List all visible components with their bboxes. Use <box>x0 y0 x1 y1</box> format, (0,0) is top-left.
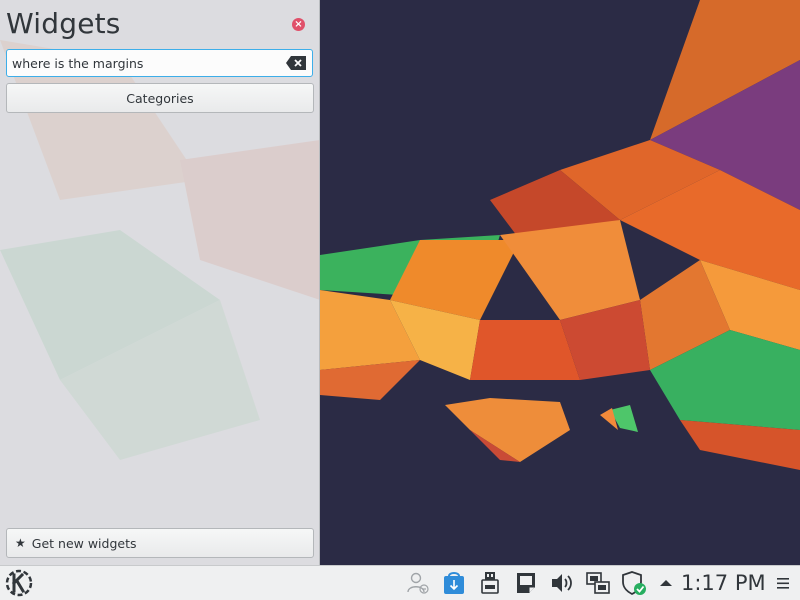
user-switch-icon[interactable] <box>405 570 431 596</box>
taskbar: 1:17 PM <box>0 565 800 600</box>
software-updates-icon[interactable] <box>441 570 467 596</box>
kde-logo-icon[interactable] <box>4 568 34 598</box>
search-field[interactable] <box>6 49 313 77</box>
network-icon[interactable] <box>585 570 611 596</box>
expand-tray-icon[interactable] <box>657 570 675 596</box>
get-new-widgets-button[interactable]: ★ Get new widgets <box>6 528 314 558</box>
categories-label: Categories <box>126 90 194 106</box>
get-new-widgets-label: Get new widgets <box>31 535 137 551</box>
close-icon[interactable]: × <box>292 18 305 31</box>
panel-title: Widgets <box>6 7 121 40</box>
widgets-panel: Widgets × Categories ★ Get new widgets <box>0 0 320 565</box>
usb-device-icon[interactable] <box>477 570 503 596</box>
security-shield-icon[interactable] <box>621 570 647 596</box>
star-icon: ★ <box>15 536 26 550</box>
clear-text-icon[interactable] <box>285 55 307 71</box>
search-input[interactable] <box>7 50 282 76</box>
volume-icon[interactable] <box>549 570 575 596</box>
categories-button[interactable]: Categories <box>6 83 314 113</box>
clock[interactable]: 1:17 PM <box>681 570 766 596</box>
hamburger-menu-icon[interactable] <box>775 573 791 593</box>
notes-icon[interactable] <box>513 570 539 596</box>
